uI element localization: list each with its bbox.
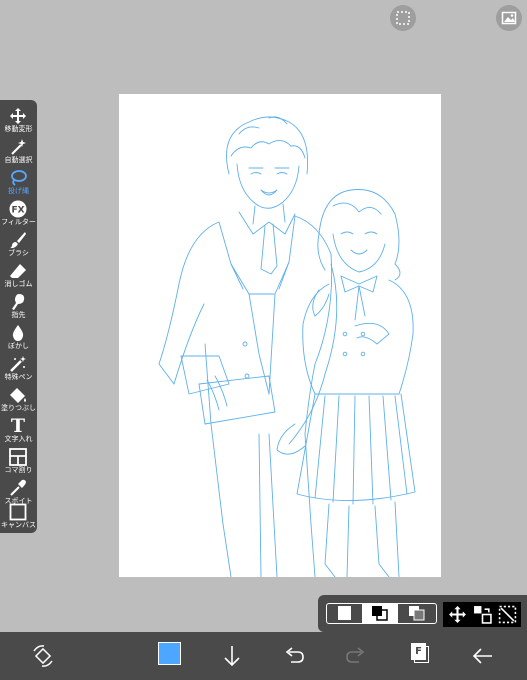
fill-icon [10, 388, 26, 403]
text-icon: T [10, 415, 26, 437]
brush-icon [10, 232, 26, 249]
selection-actions-group [443, 602, 521, 627]
line-art-drawing [158, 116, 416, 578]
tool-label: 文字入れ [4, 435, 33, 443]
redo-icon[interactable] [343, 643, 369, 669]
tool-frame-divide[interactable]: コマ割り [0, 446, 37, 476]
tool-label: 自動選択 [4, 156, 33, 164]
back-arrow-icon[interactable] [470, 643, 496, 669]
lasso-icon [11, 170, 27, 186]
tool-label: フィルター [1, 218, 36, 226]
tool-label: キャンバス [1, 521, 36, 529]
eraser-icon [10, 264, 26, 278]
layers-button[interactable]: F [411, 643, 431, 664]
tool-canvas[interactable]: キャンバス [0, 501, 37, 531]
reference-image-button[interactable] [496, 5, 522, 31]
bottom-toolbar: F [0, 632, 527, 680]
overlay-mode-button[interactable] [399, 604, 435, 623]
tool-label: 塗りつぶし [0, 404, 37, 412]
frame-divide-icon [9, 448, 27, 466]
tool-move-transform[interactable]: 移動変形 [0, 105, 37, 135]
special-pen-icon [10, 356, 26, 372]
canvas-icon [9, 503, 27, 521]
blur-icon [12, 325, 24, 341]
tool-label: 指先 [11, 311, 26, 319]
tool-text[interactable]: T 文字入れ [0, 415, 37, 445]
transform-selection-icon[interactable] [473, 605, 492, 624]
move-icon [10, 108, 26, 124]
tool-eraser[interactable]: 消しゴム [0, 260, 37, 290]
multiply-mode-button[interactable] [362, 604, 398, 623]
tool-label: ぼかし [8, 342, 29, 350]
tool-label: 消しゴム [4, 280, 33, 288]
arrow-down-icon[interactable] [219, 643, 245, 669]
overlay-mode-icon [409, 606, 425, 621]
tool-brush[interactable]: ブラシ [0, 229, 37, 259]
tool-special-pen[interactable]: 特殊ペン [0, 353, 37, 383]
tool-fill[interactable]: 塗りつぶし [0, 384, 37, 414]
rotate-canvas-icon[interactable] [30, 643, 56, 669]
drawing-canvas[interactable] [119, 94, 441, 578]
eyedropper-icon [10, 479, 26, 496]
tool-label: ブラシ [8, 249, 29, 257]
move-selection-icon[interactable] [448, 605, 467, 624]
color-swatch[interactable] [158, 642, 181, 665]
multiply-mode-icon [372, 606, 388, 621]
normal-mode-icon [338, 606, 351, 620]
tool-blur[interactable]: ぼかし [0, 322, 37, 352]
tool-label: 特殊ペン [4, 373, 33, 381]
tool-label: 移動変形 [4, 125, 33, 133]
deselect-icon[interactable] [498, 605, 517, 624]
tool-label: 投げ縄 [8, 187, 29, 195]
finger-icon [12, 294, 25, 310]
undo-icon[interactable] [281, 643, 307, 669]
tool-filter[interactable]: FX フィルター [0, 198, 37, 228]
magic-wand-icon [11, 139, 26, 155]
tool-magic-wand[interactable]: 自動選択 [0, 136, 37, 166]
selection-icon [396, 11, 410, 25]
tool-palette: 移動変形 自動選択 投げ縄 FX フィルター ブラシ 消しゴム 指先 ぼかし 特… [0, 100, 37, 533]
selection-toggle-button[interactable] [390, 5, 416, 31]
fx-icon: FX [9, 200, 27, 218]
tool-smudge[interactable]: 指先 [0, 291, 37, 321]
normal-mode-button[interactable] [328, 604, 361, 623]
photo-icon [501, 11, 517, 25]
tool-lasso[interactable]: 投げ縄 [0, 167, 37, 197]
tool-label: コマ割り [4, 466, 33, 474]
svg-text:FX: FX [11, 206, 24, 216]
layer-badge: F [411, 643, 426, 660]
